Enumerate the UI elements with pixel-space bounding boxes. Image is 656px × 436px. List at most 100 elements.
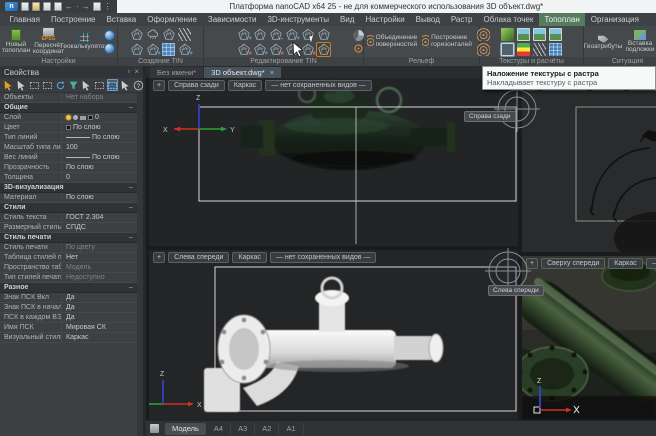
- view-name-button[interactable]: Сверху спереди: [541, 258, 605, 269]
- property-row[interactable]: Размерный стильСПДС: [0, 223, 137, 233]
- heatmap-icon[interactable]: [517, 43, 530, 56]
- property-value[interactable]: Недоступно: [62, 273, 137, 283]
- contour-swirl-icon[interactable]: [353, 43, 364, 54]
- filter-icon[interactable]: [68, 79, 79, 91]
- property-value[interactable]: ГОСТ 2.304: [62, 213, 137, 223]
- layout-tab-Модель[interactable]: Модель: [165, 423, 206, 435]
- nanocad-logo-icon[interactable]: n: [5, 2, 18, 11]
- photo-texture-icon[interactable]: [533, 28, 546, 41]
- tab-untitled[interactable]: Без имени*: [150, 67, 203, 78]
- viewport-bottom-right[interactable]: Z +Сверху спередиКаркас— нет с: [522, 256, 656, 420]
- tin-surface-icon[interactable]: ×: [301, 43, 314, 56]
- save-all-icon[interactable]: [54, 2, 62, 11]
- tin-surface-icon[interactable]: +: [178, 43, 191, 56]
- property-row[interactable]: Стиль печатиПо цвету: [0, 243, 137, 253]
- viewport-menu-button[interactable]: +: [153, 80, 165, 91]
- property-value[interactable]: По слою: [62, 153, 137, 163]
- saved-views-button[interactable]: — нет с: [646, 258, 656, 269]
- tin-surface-icon[interactable]: +: [253, 43, 266, 56]
- ribbon-tab-3[interactable]: Вставка: [101, 13, 142, 26]
- tin-surface-icon[interactable]: [317, 43, 330, 56]
- tin-surface-icon[interactable]: +: [146, 43, 159, 56]
- select-box-icon[interactable]: [42, 79, 53, 91]
- pointer-icon[interactable]: [120, 79, 131, 91]
- layer-color-swatch[interactable]: [88, 115, 93, 120]
- property-value[interactable]: 0: [62, 113, 137, 123]
- property-value[interactable]: Да: [62, 293, 137, 303]
- tin-surface-icon[interactable]: ↔: [269, 28, 282, 41]
- tin-surface-icon[interactable]: +: [285, 28, 298, 41]
- ribbon-tab-13[interactable]: Организация: [585, 13, 644, 26]
- property-row[interactable]: Слой0: [0, 113, 137, 123]
- property-value[interactable]: По слою: [62, 123, 137, 133]
- property-section-header[interactable]: Общие−: [0, 103, 137, 113]
- slope-icon[interactable]: [533, 43, 546, 56]
- property-row[interactable]: Масштаб типа линий100: [0, 143, 137, 153]
- photo-texture-icon[interactable]: [549, 28, 562, 41]
- collapse-icon[interactable]: −: [128, 283, 133, 293]
- property-value[interactable]: Да: [62, 313, 137, 323]
- tin-surface-icon[interactable]: +: [237, 28, 250, 41]
- ribbon-tab-10[interactable]: Растр: [445, 13, 478, 26]
- tin-surface-icon[interactable]: [162, 28, 175, 41]
- refresh-selection-icon[interactable]: [55, 79, 66, 91]
- property-section-header[interactable]: 3D-визуализация−: [0, 183, 137, 193]
- collapse-icon[interactable]: −: [128, 183, 133, 193]
- undo-icon[interactable]: ←: [65, 2, 73, 11]
- visual-style-button[interactable]: Каркас: [232, 252, 266, 263]
- visual-style-button[interactable]: Каркас: [228, 80, 262, 91]
- select-cursor-icon[interactable]: [16, 79, 27, 91]
- ribbon-tab-8[interactable]: Настройки: [360, 13, 410, 26]
- new-document-icon[interactable]: [21, 2, 29, 11]
- more-icon[interactable]: ⋮: [104, 2, 112, 11]
- vegetation-texture-icon[interactable]: [501, 28, 514, 41]
- property-value[interactable]: Нет набора: [62, 93, 137, 103]
- calculator-mode-icon[interactable]: [107, 79, 118, 91]
- property-row[interactable]: Пространство таблиц...Модель: [0, 263, 137, 273]
- select-box-cursor-icon[interactable]: [29, 79, 40, 91]
- ribbon-tab-6[interactable]: 3D-инструменты: [262, 13, 335, 26]
- collapse-icon[interactable]: −: [128, 203, 133, 213]
- recalc-coordinates-button[interactable]: EPSG Пересчёт координат: [33, 28, 64, 56]
- point-cloud-icon[interactable]: [146, 28, 159, 41]
- property-value[interactable]: Мировая СК: [62, 323, 137, 333]
- pie-surface-icon[interactable]: [353, 30, 364, 41]
- quick-select-icon[interactable]: [94, 79, 105, 91]
- tin-surface-icon[interactable]: [130, 28, 143, 41]
- visual-style-button[interactable]: Каркас: [608, 258, 642, 269]
- ribbon-tab-4[interactable]: Оформление: [142, 13, 203, 26]
- sun-icon[interactable]: [73, 115, 78, 120]
- property-value[interactable]: СПДС: [62, 223, 137, 233]
- redo-icon[interactable]: →: [82, 2, 90, 11]
- property-row[interactable]: ЦветПо слою: [0, 123, 137, 133]
- new-topoplan-button[interactable]: Новый топоплан: [2, 29, 30, 55]
- viewport-bottom-left[interactable]: Z X +Слева спередиКаркас— нет сохраненны…: [149, 250, 518, 420]
- globe-info-icon[interactable]: [104, 43, 115, 54]
- ribbon-tab-1[interactable]: Главная: [4, 13, 45, 26]
- ribbon-tab-5[interactable]: Зависимости: [202, 13, 262, 26]
- viewport-top-left[interactable]: Z X Y +Справа сзадиКаркас— нет сохраненн…: [149, 78, 518, 246]
- property-row[interactable]: Толщина0: [0, 173, 137, 183]
- tin-surface-icon[interactable]: [317, 28, 330, 41]
- merge-surfaces-button[interactable]: Объединение поверхностей: [367, 35, 419, 48]
- saved-views-button[interactable]: — нет сохраненных видов —: [265, 80, 372, 91]
- layout-tab-А4[interactable]: А4: [207, 423, 231, 435]
- layout-tab-А1[interactable]: А1: [279, 423, 303, 435]
- pin-icon[interactable]: ▫: [127, 66, 130, 78]
- property-value[interactable]: 100: [62, 143, 137, 153]
- property-section-header[interactable]: Стиль печати−: [0, 233, 137, 243]
- tin-surface-icon[interactable]: ↔: [285, 43, 298, 56]
- viewport-top-right[interactable]: +Левый видКаркас— нет со: [522, 78, 656, 252]
- apply-texture-from-raster-button[interactable]: [501, 43, 514, 56]
- property-value[interactable]: Модель: [62, 263, 137, 273]
- ribbon-tab-12[interactable]: Топоплан: [539, 13, 585, 26]
- property-row[interactable]: Тип линийПо слою: [0, 133, 137, 143]
- tin-surface-icon[interactable]: ×: [237, 43, 250, 56]
- property-row[interactable]: Таблица стилей печатиНет: [0, 253, 137, 263]
- ribbon-tab-7[interactable]: Вид: [334, 13, 359, 26]
- property-row[interactable]: Знак ПСК ВклДа: [0, 293, 137, 303]
- save-document-icon[interactable]: [43, 2, 51, 11]
- property-row[interactable]: Тип стилей печатиНедоступно: [0, 273, 137, 283]
- tin-surface-icon[interactable]: [130, 43, 143, 56]
- property-value[interactable]: По слою: [62, 193, 137, 203]
